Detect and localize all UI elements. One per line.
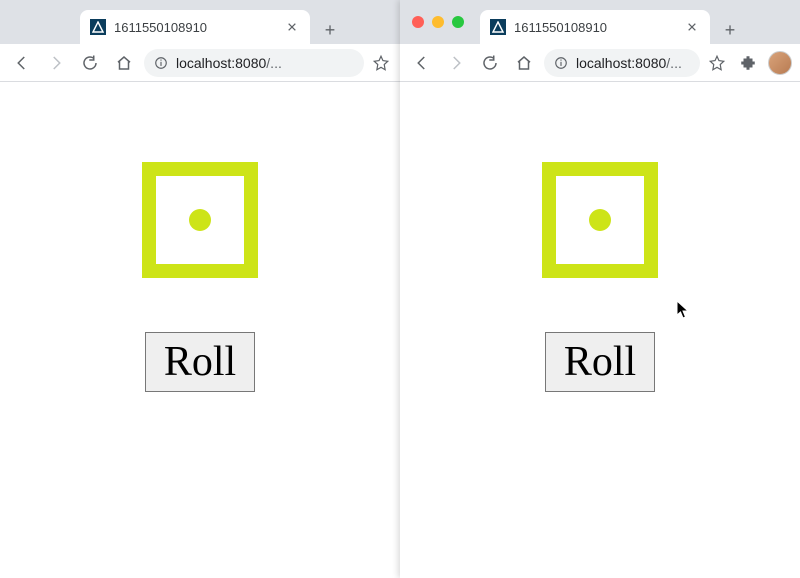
favicon-adonis-icon <box>490 19 506 35</box>
window-minimize-icon[interactable] <box>432 16 444 28</box>
site-info-icon[interactable] <box>554 56 568 70</box>
forward-button[interactable] <box>442 49 470 77</box>
new-tab-button[interactable]: + <box>316 16 344 44</box>
page-content: Roll <box>0 82 400 578</box>
bookmark-star-icon[interactable] <box>706 54 728 72</box>
url-text: localhost:8080/... <box>176 55 282 71</box>
tab-strip: 1611550108910 + <box>400 0 800 44</box>
address-bar: localhost:8080/... <box>0 44 400 82</box>
dice-face <box>542 162 658 278</box>
page-content: Roll <box>400 82 800 578</box>
window-close-icon[interactable] <box>412 16 424 28</box>
home-button[interactable] <box>510 49 538 77</box>
tab-strip: 1611550108910 + <box>0 0 400 44</box>
profile-avatar[interactable] <box>768 51 792 75</box>
mouse-cursor-icon <box>676 300 690 320</box>
url-text: localhost:8080/... <box>576 55 682 71</box>
browser-window-left: 1611550108910 + localhost:8080/... <box>0 0 400 578</box>
window-traffic-lights <box>412 16 464 28</box>
tab-close-icon[interactable] <box>284 19 300 35</box>
address-bar: localhost:8080/... <box>400 44 800 82</box>
roll-button[interactable]: Roll <box>145 332 255 392</box>
reload-button[interactable] <box>76 49 104 77</box>
site-info-icon[interactable] <box>154 56 168 70</box>
omnibox[interactable]: localhost:8080/... <box>544 49 700 77</box>
back-button[interactable] <box>8 49 36 77</box>
home-button[interactable] <box>110 49 138 77</box>
forward-button[interactable] <box>42 49 70 77</box>
reload-button[interactable] <box>476 49 504 77</box>
favicon-adonis-icon <box>90 19 106 35</box>
roll-button[interactable]: Roll <box>545 332 655 392</box>
tab-title: 1611550108910 <box>514 20 676 35</box>
bookmark-star-icon[interactable] <box>370 54 392 72</box>
back-button[interactable] <box>408 49 436 77</box>
window-zoom-icon[interactable] <box>452 16 464 28</box>
browser-tab[interactable]: 1611550108910 <box>480 10 710 44</box>
extensions-icon[interactable] <box>734 49 762 77</box>
tab-title: 1611550108910 <box>114 20 276 35</box>
browser-window-right: 1611550108910 + localhost:8080/... <box>400 0 800 578</box>
browser-tab[interactable]: 1611550108910 <box>80 10 310 44</box>
omnibox[interactable]: localhost:8080/... <box>144 49 364 77</box>
dice-face <box>142 162 258 278</box>
dice-pip <box>589 209 611 231</box>
new-tab-button[interactable]: + <box>716 16 744 44</box>
tab-close-icon[interactable] <box>684 19 700 35</box>
dice-pip <box>189 209 211 231</box>
